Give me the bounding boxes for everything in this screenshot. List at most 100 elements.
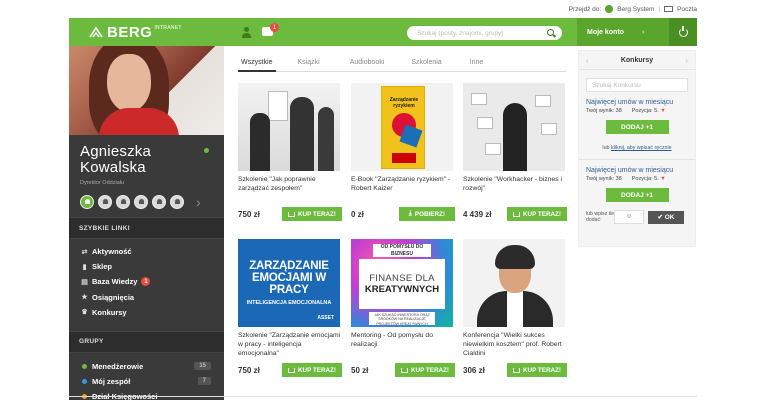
trend-down-icon: ▼ <box>660 108 666 114</box>
photo-face <box>107 54 151 112</box>
add-one-button[interactable]: DODAJ +1 <box>605 120 669 134</box>
manual-entry-row: lub wpisz ile dodać: ✔ OK <box>586 210 688 224</box>
sidebar-item-konkursy[interactable]: ♛ Konkursy <box>80 305 224 320</box>
tab-audiobooki[interactable]: Audiobooki <box>350 55 385 71</box>
chevron-right-icon[interactable]: › <box>685 56 688 65</box>
contest-score: Twój wynik: 38 <box>586 176 622 182</box>
shop-icon: ▮ <box>82 263 87 271</box>
badge-icon[interactable] <box>170 194 184 209</box>
profile-card: Agnieszka Kowalska Dyrektor Oddziału <box>69 135 224 190</box>
profile-photo[interactable] <box>69 46 224 135</box>
product-title[interactable]: E-Book "Zarządzanie ryzykiem" - Robert K… <box>351 175 455 203</box>
manual-entry-input[interactable] <box>614 210 644 224</box>
badges-next-icon[interactable]: › <box>196 194 201 210</box>
product-image[interactable]: OD POMYSŁU DO BIZNESU FINANSE DLA KREATY… <box>351 239 453 327</box>
manual-entry-label: lub wpisz ile dodać: <box>586 211 614 223</box>
badge-icon[interactable] <box>152 194 166 209</box>
buy-now-button[interactable]: KUP TERAZ! <box>281 207 342 221</box>
product-title[interactable]: Konferencja "Wielki sukces niewielkim ko… <box>463 331 567 359</box>
buy-now-button[interactable]: KUP TERAZ! <box>394 363 455 377</box>
account-menu-label[interactable]: Moje konto <box>587 29 624 36</box>
download-button[interactable]: ⤓ POBIERZ! <box>398 207 455 221</box>
logo[interactable]: BERG INTRANET <box>69 18 224 46</box>
add-one-button[interactable]: DODAJ +1 <box>605 188 669 202</box>
group-item-moj-zespol[interactable]: Mój zespół 7 <box>82 374 224 389</box>
contest-search-input[interactable] <box>587 79 687 91</box>
contest-item: Najwięcej umów w miesiącu Twój wynik: 38… <box>579 99 695 224</box>
groups-heading: GRUPY <box>69 330 224 353</box>
chevron-left-icon[interactable]: ‹ <box>586 56 589 65</box>
user-icon[interactable] <box>242 27 251 38</box>
activity-icon: ⇄ <box>81 248 88 256</box>
logo-mountain-icon <box>89 26 103 38</box>
contest-title[interactable]: Najwięcej umów w miesiącu <box>586 167 688 174</box>
mail-link[interactable]: Poczta <box>677 6 697 13</box>
contest-title[interactable]: Najwięcej umów w miesiącu <box>586 99 688 106</box>
product-title[interactable]: Szkolenie "Jak poprawnie zarządzać zespo… <box>238 175 342 203</box>
product-title[interactable]: Szkolenie "Workhacker - biznes i rozwój" <box>463 175 567 203</box>
tab-wszystkie[interactable]: Wszystkie <box>238 55 275 72</box>
profile-last-name: Kowalska <box>80 159 146 176</box>
group-label: Menedżerowie <box>92 361 144 371</box>
sidebar-item-aktywnosc[interactable]: ⇄ Aktywność <box>80 244 224 259</box>
cart-icon <box>512 211 520 217</box>
power-icon <box>678 25 688 37</box>
online-status-icon <box>204 148 209 153</box>
badge-icon[interactable] <box>80 194 94 209</box>
cover-title: ZARZĄDZANIE EMOCJAMI W PRACY <box>249 260 329 296</box>
book-icon: ▤ <box>81 278 88 286</box>
sidebar-item-label: Baza Wiedzy <box>92 277 138 287</box>
badge-icon[interactable] <box>98 194 112 209</box>
product-image[interactable] <box>238 83 340 171</box>
sidebar-item-sklep[interactable]: ▮ Sklep <box>80 259 224 274</box>
search-icon[interactable] <box>547 29 554 36</box>
group-count: 15 <box>194 362 211 371</box>
cover-title: Zarządzanie ryzykiem <box>389 97 419 109</box>
logo-text: BERG <box>107 23 153 41</box>
sidebar-item-label: Osiągnięcia <box>92 292 135 302</box>
cover-subtitle: JAK SZUKAĆ INWESTORA ORAZ ŚRODKÓW NA REA… <box>369 312 435 326</box>
badge-icon[interactable] <box>116 194 130 209</box>
cover-subtitle: INTELIGENCJA EMOCJONALNA <box>246 300 332 306</box>
product-image[interactable]: Zarządzanie ryzykiem <box>351 83 453 171</box>
chevron-right-icon[interactable]: › <box>642 29 644 36</box>
tab-inne[interactable]: Inne <box>470 55 484 71</box>
contest-score: Twój wynik: 38 <box>586 108 622 114</box>
product-image[interactable] <box>463 83 565 171</box>
tab-szkolenia[interactable]: Szkolenia <box>411 55 441 71</box>
contest-position: Pozycja: 5. <box>631 176 659 182</box>
contests-header: ‹ Konkursy › <box>579 51 695 70</box>
product-image[interactable]: ZARZĄDZANIE EMOCJAMI W PRACY INTELIGENCJ… <box>238 239 340 327</box>
logo-subtext: INTRANET <box>154 25 182 31</box>
buy-now-button[interactable]: KUP TERAZ! <box>506 207 567 221</box>
contests-panel: ‹ Konkursy › Najwięcej umów w miesiącu T… <box>578 50 696 247</box>
cover-title-line1: FINANSE DLA <box>369 273 435 284</box>
product-title[interactable]: Mentoring - Od pomysłu do realizacji <box>351 331 455 359</box>
group-item-menedzerowie[interactable]: Menedżerowie 15 <box>82 359 224 374</box>
search-input[interactable] <box>407 26 537 40</box>
ok-button[interactable]: ✔ OK <box>648 210 684 224</box>
sidebar-item-label: Konkursy <box>92 307 127 317</box>
tab-ksiazki[interactable]: Książki <box>298 55 320 71</box>
sidebar-item-osiagniecia[interactable]: ★ Osiągnięcia <box>80 290 224 305</box>
group-item-dzial-ksiegowosci[interactable]: Dział Księgowości <box>82 389 224 400</box>
product-card: Szkolenie "Workhacker - biznes i rozwój"… <box>463 83 567 221</box>
footer-divider <box>69 396 697 397</box>
product-image[interactable] <box>463 239 565 327</box>
berg-system-link[interactable]: Berg System <box>617 6 654 13</box>
sidebar-item-baza-wiedzy[interactable]: ▤ Baza Wiedzy 1 <box>80 274 224 289</box>
product-price: 306 zł <box>463 365 485 375</box>
achievement-badges: › <box>69 190 224 210</box>
groups-list: Menedżerowie 15 Mój zespół 7 Dział Księg… <box>69 353 224 400</box>
buy-now-button[interactable]: KUP TERAZ! <box>506 363 567 377</box>
contest-search <box>586 78 688 92</box>
product-card: OD POMYSŁU DO BIZNESU FINANSE DLA KREATY… <box>351 239 455 377</box>
product-card: Szkolenie "Jak poprawnie zarządzać zespo… <box>238 83 342 221</box>
logout-button[interactable] <box>669 18 697 46</box>
manual-entry-link[interactable]: kliknij, aby wpisać ręcznie <box>611 145 672 151</box>
badge-icon[interactable] <box>134 194 148 209</box>
cover-top: OD POMYSŁU DO BIZNESU <box>373 244 431 257</box>
buy-now-button[interactable]: KUP TERAZ! <box>281 363 342 377</box>
product-title[interactable]: Szkolenie "Zarządzanie emocjami w pracy … <box>238 331 342 359</box>
profile-role: Dyrektor Oddziału <box>80 180 125 186</box>
